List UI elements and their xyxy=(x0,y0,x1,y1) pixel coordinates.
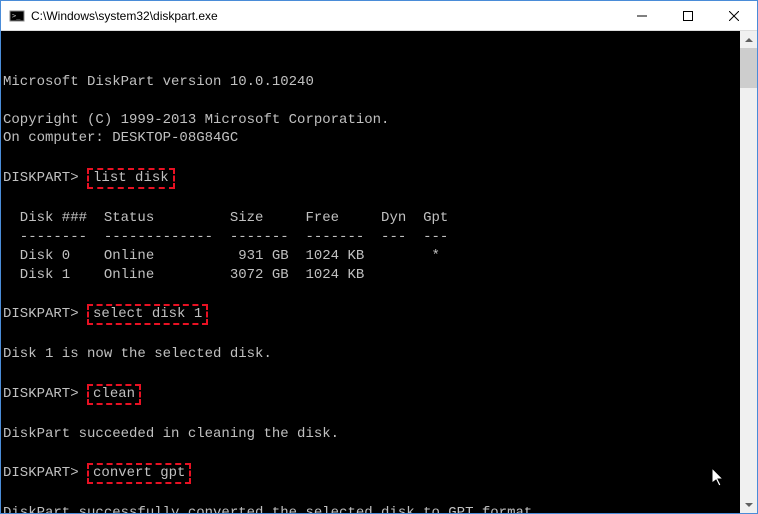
result-text: Disk 1 is now the selected disk. xyxy=(3,346,272,362)
vertical-scrollbar[interactable] xyxy=(740,31,757,513)
content-wrapper: Microsoft DiskPart version 10.0.10240 Co… xyxy=(1,31,757,513)
table-row: Disk 0 Online 931 GB 1024 KB * xyxy=(3,248,440,264)
window-title: C:\Windows\system32\diskpart.exe xyxy=(31,9,619,23)
highlighted-command: select disk 1 xyxy=(87,304,208,325)
maximize-icon xyxy=(683,11,693,21)
table-header: Disk ### Status Size Free Dyn Gpt xyxy=(3,210,448,226)
minimize-button[interactable] xyxy=(619,1,665,30)
chevron-down-icon xyxy=(745,503,753,507)
table-row: Disk 1 Online 3072 GB 1024 KB xyxy=(3,267,364,283)
highlighted-command: clean xyxy=(87,384,141,405)
copyright-text: Copyright (C) 1999-2013 Microsoft Corpor… xyxy=(3,112,389,128)
version-text: Microsoft DiskPart version 10.0.10240 xyxy=(3,74,314,90)
scrollbar-up-arrow[interactable] xyxy=(740,31,757,48)
console-window: >_ C:\Windows\system32\diskpart.exe xyxy=(0,0,758,514)
app-icon: >_ xyxy=(9,8,25,24)
terminal-output[interactable]: Microsoft DiskPart version 10.0.10240 Co… xyxy=(1,31,740,513)
result-text: DiskPart succeeded in cleaning the disk. xyxy=(3,426,339,442)
close-button[interactable] xyxy=(711,1,757,30)
highlighted-command: convert gpt xyxy=(87,463,191,484)
maximize-button[interactable] xyxy=(665,1,711,30)
scrollbar-track[interactable] xyxy=(740,48,757,496)
table-divider: -------- ------------- ------- ------- -… xyxy=(3,229,448,245)
highlighted-command: list disk xyxy=(87,168,175,189)
scrollbar-thumb[interactable] xyxy=(740,48,757,88)
prompt: DISKPART> xyxy=(3,306,79,322)
result-text: DiskPart successfully converted the sele… xyxy=(3,505,541,513)
terminal-line: Microsoft DiskPart version 10.0.10240 Co… xyxy=(3,54,738,513)
close-icon xyxy=(729,11,739,21)
titlebar[interactable]: >_ C:\Windows\system32\diskpart.exe xyxy=(1,1,757,31)
scrollbar-down-arrow[interactable] xyxy=(740,496,757,513)
minimize-icon xyxy=(637,11,647,21)
chevron-up-icon xyxy=(745,38,753,42)
prompt: DISKPART> xyxy=(3,386,79,402)
window-controls xyxy=(619,1,757,30)
prompt: DISKPART> xyxy=(3,465,79,481)
prompt: DISKPART> xyxy=(3,170,79,186)
computer-text: On computer: DESKTOP-08G84GC xyxy=(3,130,238,146)
svg-text:>_: >_ xyxy=(12,12,21,20)
